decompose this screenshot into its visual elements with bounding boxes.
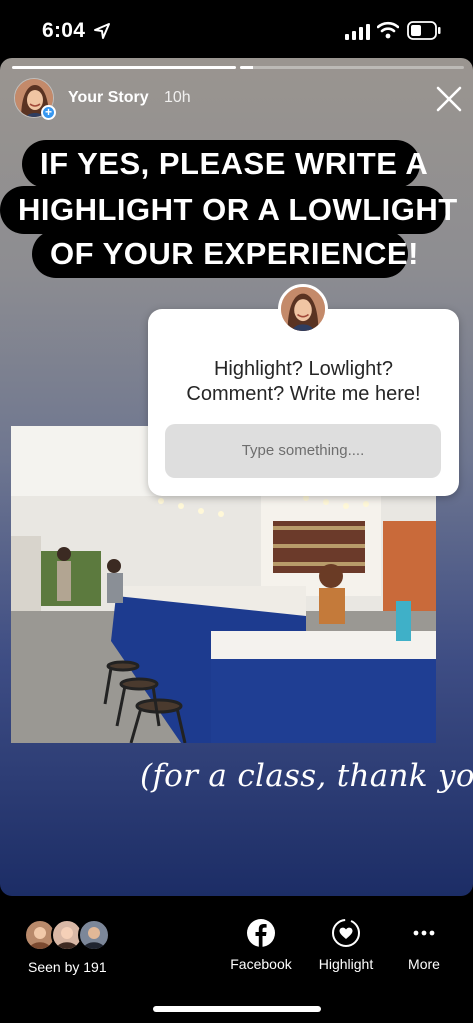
battery-icon: [407, 21, 441, 40]
question-sticker[interactable]: Highlight? Lowlight? Comment? Write me h…: [148, 309, 459, 496]
status-bar: 6:04: [0, 0, 473, 58]
heading-sticker-line: HIGHLIGHT OR A LOWLIGHT: [0, 186, 457, 234]
progress-segment: [240, 66, 464, 69]
action-label: Highlight: [318, 956, 374, 972]
story-progress-bar: [12, 66, 464, 69]
facebook-share-button[interactable]: Facebook: [226, 918, 296, 978]
question-prompt-line: Comment? Write me here!: [186, 383, 421, 405]
highlight-heart-icon: [332, 919, 360, 947]
close-icon[interactable]: [434, 84, 464, 114]
viewer-avatars[interactable]: [24, 919, 114, 951]
location-arrow-icon: [94, 23, 110, 39]
facebook-icon: [247, 919, 275, 947]
progress-fill: [12, 66, 236, 69]
highlight-button[interactable]: Highlight: [311, 918, 381, 978]
question-sticker-avatar: [278, 284, 328, 334]
more-button[interactable]: More: [399, 918, 449, 978]
home-indicator[interactable]: [153, 1006, 321, 1012]
viewer-avatar: [78, 919, 110, 951]
question-prompt: Highlight? Lowlight? Comment? Write me h…: [148, 357, 459, 407]
question-answer-input[interactable]: Type something....: [165, 424, 441, 478]
action-label: Facebook: [230, 956, 292, 972]
seen-by-count[interactable]: Seen by 191: [28, 959, 107, 975]
story-viewer[interactable]: + Your Story 10h IF YES, PLEASE WRITE A …: [0, 58, 473, 896]
caption-text: (for a class, thank you!): [140, 758, 473, 794]
question-prompt-line: Highlight? Lowlight?: [213, 358, 393, 380]
action-label: More: [408, 956, 440, 972]
heading-sticker-line: IF YES, PLEASE WRITE A: [22, 140, 428, 188]
cellular-signal-icon: [345, 24, 370, 40]
story-username[interactable]: Your Story: [68, 89, 149, 107]
heading-sticker-line: OF YOUR EXPERIENCE!: [32, 230, 418, 278]
status-time: 6:04: [42, 19, 86, 42]
wifi-icon: [377, 21, 399, 39]
add-story-plus-icon[interactable]: +: [41, 105, 56, 120]
progress-segment: [12, 66, 236, 69]
more-dots-icon: [413, 930, 435, 936]
progress-fill: [240, 66, 254, 69]
story-time-ago: 10h: [164, 89, 191, 106]
